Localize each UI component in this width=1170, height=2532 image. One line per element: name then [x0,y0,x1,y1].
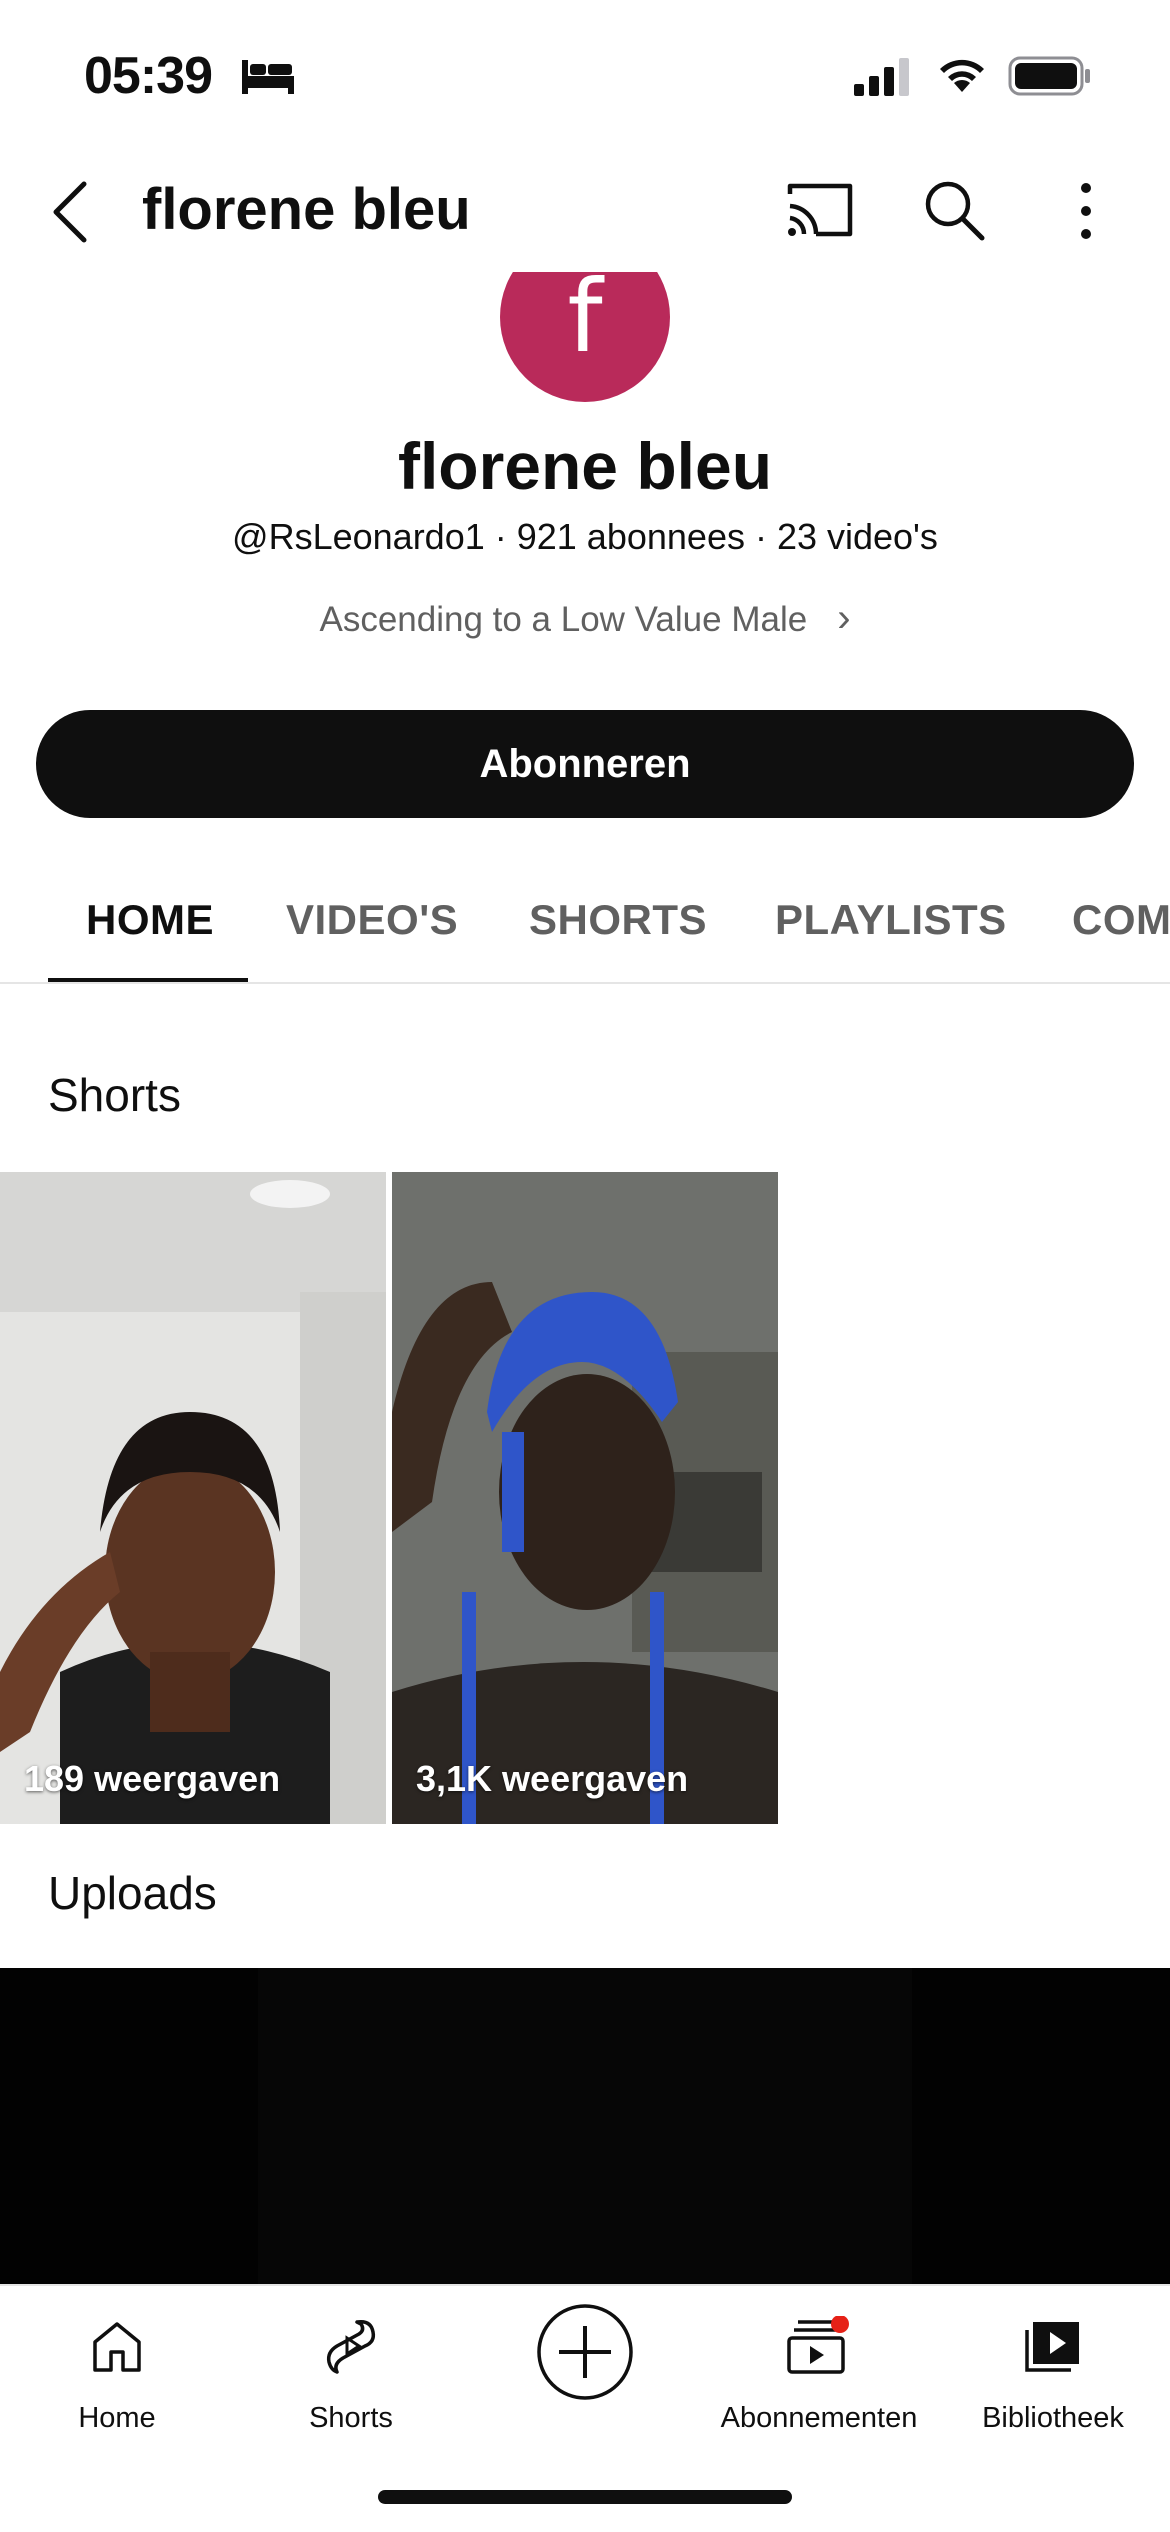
nav-library[interactable]: Bibliotheek [936,2286,1170,2456]
nav-home[interactable]: Home [0,2286,234,2456]
video-thumbnail-image [0,1968,1170,2284]
short-card[interactable]: 3,1K weergaven [392,1172,778,1824]
top-app-bar: florene bleu [0,150,1170,272]
short-thumbnail [392,1172,778,1824]
back-icon[interactable] [40,172,100,252]
channel-description-text: Ascending to a Low Value Male [319,600,808,639]
signal-icon [854,58,909,96]
nav-shorts[interactable]: Shorts [234,2286,468,2456]
short-views: 3,1K weergaven [416,1758,689,1799]
chevron-right-icon: › [837,596,851,640]
more-vert-icon[interactable] [1064,176,1108,246]
channel-name: florene bleu [397,429,773,503]
shorts-section-title: Shorts [48,1069,181,1121]
home-icon [93,2322,141,2372]
short-thumbnail [0,1172,386,1824]
search-icon[interactable] [920,176,988,244]
wifi-icon [940,59,984,92]
channel-tabs: HOME VIDEO'S SHORTS PLAYLISTS COM [0,862,1170,984]
uploads-section-title: Uploads [48,1867,217,1919]
tab-underline [48,978,248,982]
nav-library-label: Bibliotheek [982,2402,1124,2434]
cast-icon[interactable] [786,180,854,240]
shorts-icon [326,2319,376,2374]
nav-subscriptions-label: Abonnementen [720,2402,918,2434]
status-time: 05:39 [84,47,213,105]
tab-shorts[interactable]: SHORTS [529,896,707,944]
nav-home-label: Home [78,2402,156,2434]
tab-videos[interactable]: VIDEO'S [286,896,458,944]
tab-playlists[interactable]: PLAYLISTS [775,896,1007,944]
page-title: florene bleu [142,177,471,242]
channel-description[interactable]: Ascending to a Low Value Male › [0,596,1170,641]
short-views: 189 weergaven [24,1758,281,1799]
avatar[interactable]: f [500,272,670,402]
channel-meta: @RsLeonardo1 · 921 abonnees · 23 video's [232,516,938,557]
nav-create[interactable] [468,2286,702,2456]
subscriptions-icon [787,2316,849,2374]
shorts-shelf: 189 weergaven 3,1K weergaven [0,1172,1170,1824]
status-bar: 05:39 [0,0,1170,150]
home-indicator [378,2490,792,2504]
create-plus-icon [537,2304,633,2400]
nav-shorts-label: Shorts [309,2402,393,2434]
tab-home[interactable]: HOME [86,896,214,944]
upload-video-thumbnail[interactable] [0,1968,1170,2284]
avatar-container: f [0,272,1170,412]
nav-subscriptions[interactable]: Abonnementen [702,2286,936,2456]
battery-icon [1008,56,1090,96]
subscribe-button[interactable]: Abonneren [36,710,1134,818]
tab-community[interactable]: COM [1072,896,1170,944]
bed-icon [242,60,294,94]
short-card[interactable]: 189 weergaven [0,1172,386,1824]
library-icon [1025,2322,1079,2372]
